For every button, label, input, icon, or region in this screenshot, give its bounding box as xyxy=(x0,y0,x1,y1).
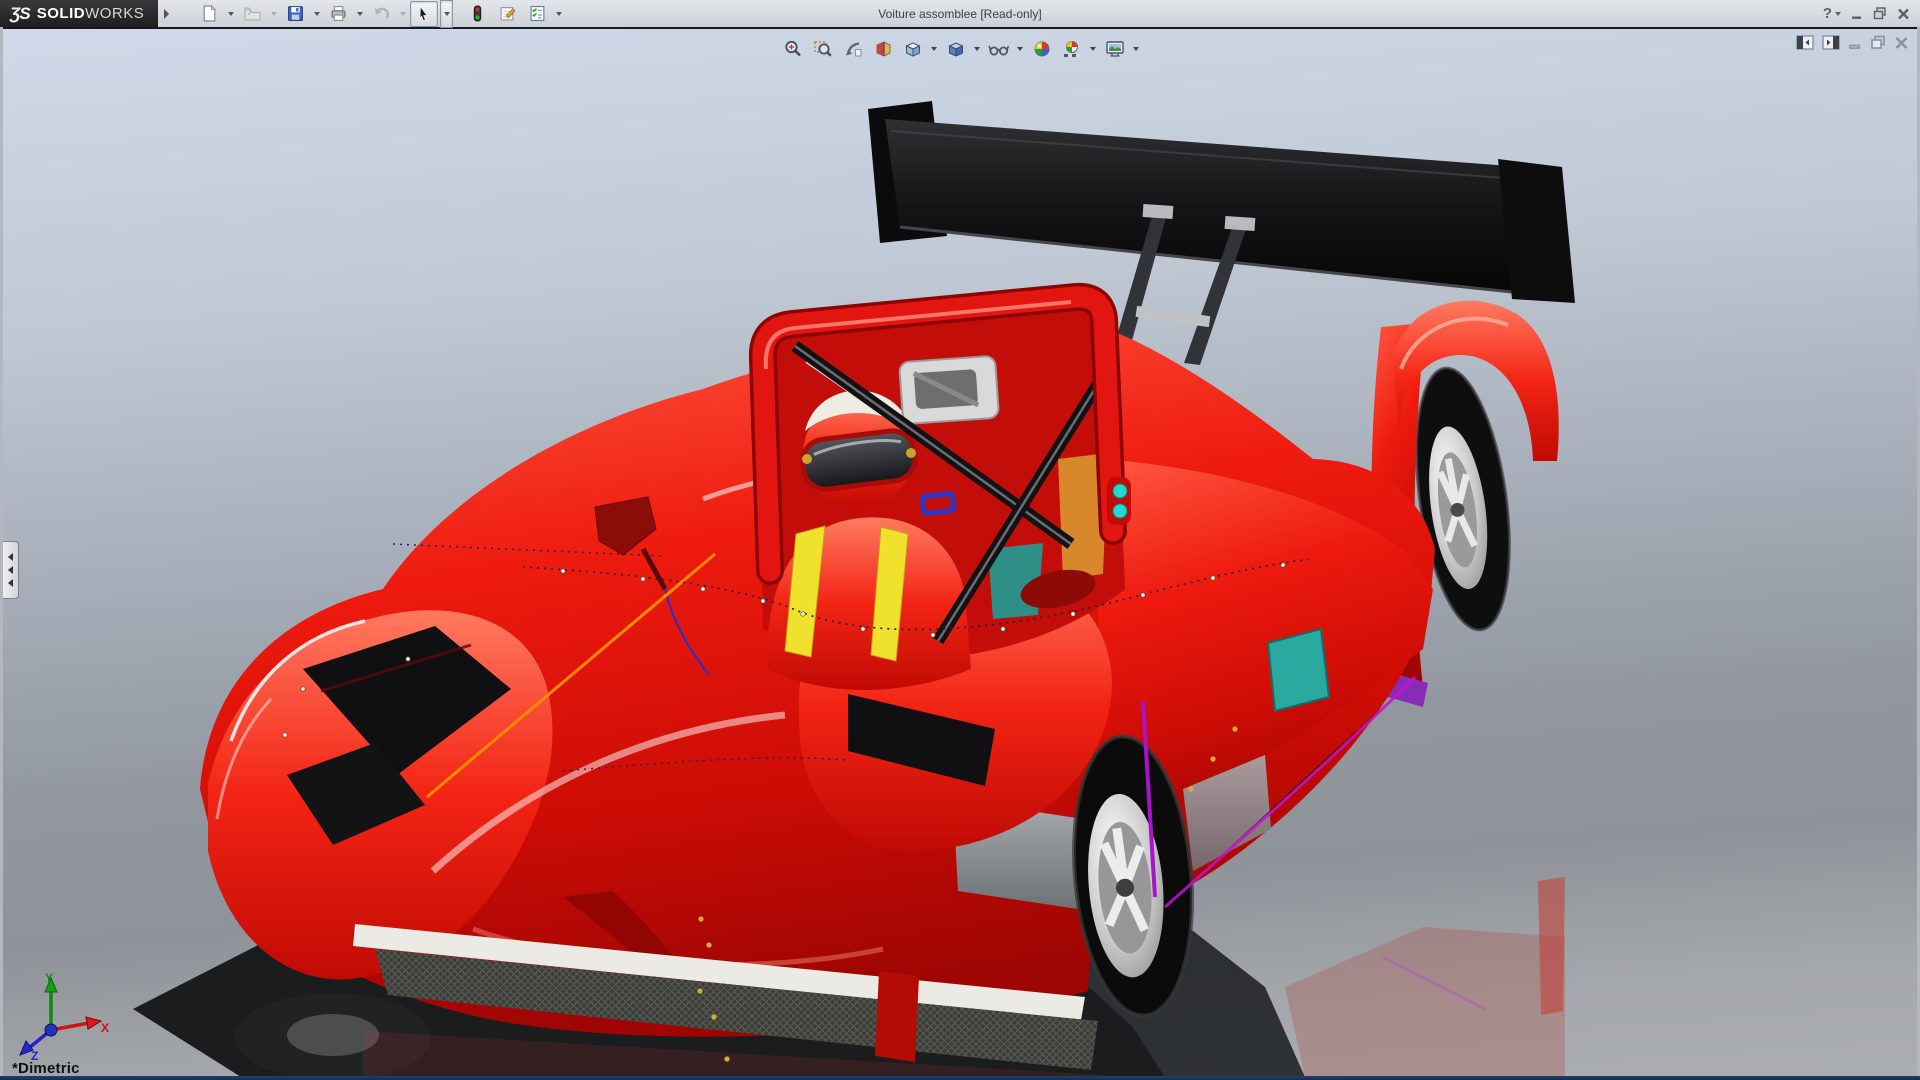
open-folder-icon xyxy=(244,5,261,22)
restore-icon xyxy=(1873,7,1887,20)
hide-show-items-dropdown[interactable] xyxy=(1015,37,1025,61)
restore-document-icon xyxy=(1870,35,1886,50)
close-button[interactable] xyxy=(1897,8,1910,20)
hide-show-items-icon xyxy=(988,39,1010,59)
document-window-controls xyxy=(1796,35,1909,50)
minimize-button[interactable] xyxy=(1851,8,1863,20)
zoom-to-fit-icon xyxy=(783,39,803,59)
apply-scene-button[interactable] xyxy=(1058,36,1085,62)
brand-name-light: WORKS xyxy=(85,5,144,22)
view-settings-button[interactable] xyxy=(1101,36,1128,62)
window-controls: ? xyxy=(1823,0,1910,27)
grille-center-pillar xyxy=(875,971,919,1062)
appearance-button[interactable] xyxy=(463,1,491,27)
edit-appearance-icon xyxy=(1032,39,1052,59)
solidworks-window: ƷS SOLIDWORKS xyxy=(0,0,1920,1080)
view-orientation-dropdown[interactable] xyxy=(929,37,939,61)
comment-note-icon xyxy=(499,5,516,22)
minimize-icon xyxy=(1851,8,1863,20)
save-button[interactable] xyxy=(281,1,309,27)
help-dropdown-icon[interactable] xyxy=(1835,12,1841,16)
print-icon xyxy=(330,5,347,22)
display-pane-toggle-button[interactable] xyxy=(1822,35,1840,50)
comment-button[interactable] xyxy=(493,1,521,27)
feature-pane-toggle-button[interactable] xyxy=(1796,35,1814,50)
collapse-arrow-icon xyxy=(8,566,13,574)
collapse-arrow-icon xyxy=(8,579,13,587)
race-car-model[interactable] xyxy=(3,29,1917,1076)
help-button[interactable]: ? xyxy=(1823,5,1832,22)
display-style-icon xyxy=(946,39,966,59)
save-floppy-icon xyxy=(287,5,304,22)
save-dropdown[interactable] xyxy=(311,2,322,26)
window-border-left xyxy=(0,27,3,1080)
feature-manager-collapsed-tab[interactable] xyxy=(3,541,19,599)
feature-pane-toggle-icon xyxy=(1796,35,1814,50)
new-document-icon xyxy=(201,5,218,22)
brand-mark: ƷS xyxy=(10,4,30,24)
menu-flyout-arrow-icon[interactable] xyxy=(164,9,169,19)
display-pane-toggle-icon xyxy=(1822,35,1840,50)
close-document-icon xyxy=(1894,36,1909,50)
print-button[interactable] xyxy=(324,1,352,27)
zoom-to-area-button[interactable] xyxy=(809,36,836,62)
design-checker-icon xyxy=(529,5,546,22)
helmet-visor xyxy=(800,428,917,491)
standard-toolbar xyxy=(195,0,564,28)
design-checker-button[interactable] xyxy=(523,1,551,27)
apply-scene-dropdown[interactable] xyxy=(1088,37,1098,61)
hide-show-items-button[interactable] xyxy=(985,36,1012,62)
triad-x-label: X xyxy=(101,1021,109,1035)
intake-box[interactable] xyxy=(899,356,999,425)
solidworks-logo: ƷS SOLIDWORKS xyxy=(0,0,158,27)
collapse-arrow-icon xyxy=(8,553,13,561)
restore-button[interactable] xyxy=(1873,7,1887,20)
open-document-button[interactable] xyxy=(238,1,266,27)
view-orientation-icon xyxy=(903,39,923,59)
print-dropdown[interactable] xyxy=(354,2,365,26)
new-document-button[interactable] xyxy=(195,1,223,27)
orientation-triad: Y X Z xyxy=(13,970,109,1062)
title-bar: ƷS SOLIDWORKS xyxy=(0,0,1920,27)
apply-scene-icon xyxy=(1062,39,1082,59)
close-document-button[interactable] xyxy=(1894,36,1909,50)
triad-y-label: Y xyxy=(45,971,53,985)
open-document-dropdown[interactable] xyxy=(268,2,279,26)
window-border-bottom xyxy=(0,1076,1920,1080)
appearance-stoplight-icon xyxy=(470,5,485,22)
view-orientation-label: *Dimetric xyxy=(12,1060,80,1076)
previous-view-button[interactable] xyxy=(839,36,866,62)
undo-button[interactable] xyxy=(367,1,395,27)
select-button[interactable] xyxy=(410,1,438,27)
heads-up-view-toolbar xyxy=(779,36,1141,62)
zoom-to-area-icon xyxy=(813,39,833,59)
view-orientation-button[interactable] xyxy=(899,36,926,62)
view-settings-dropdown[interactable] xyxy=(1131,37,1141,61)
undo-dropdown[interactable] xyxy=(397,2,408,26)
side-window-teal[interactable] xyxy=(1268,629,1329,711)
window-title: Voiture assomblee [Read-only] xyxy=(878,0,1041,27)
section-view-icon xyxy=(873,39,893,59)
section-view-button[interactable] xyxy=(869,36,896,62)
new-document-dropdown[interactable] xyxy=(225,2,236,26)
zoom-to-fit-button[interactable] xyxy=(779,36,806,62)
brand-name-bold: SOLID xyxy=(37,5,85,22)
select-cursor-icon xyxy=(416,6,432,22)
checker-floor xyxy=(1064,54,1080,57)
teal-knob xyxy=(1113,484,1127,498)
edit-appearance-button[interactable] xyxy=(1028,36,1055,62)
display-style-button[interactable] xyxy=(942,36,969,62)
restore-document-button[interactable] xyxy=(1870,35,1886,50)
minimize-document-button[interactable] xyxy=(1848,36,1862,50)
select-dropdown[interactable] xyxy=(440,0,453,28)
previous-view-icon xyxy=(843,39,863,59)
view-settings-icon xyxy=(1105,39,1125,59)
display-style-dropdown[interactable] xyxy=(972,37,982,61)
teal-knob xyxy=(1113,504,1127,518)
minimize-document-icon xyxy=(1848,36,1862,50)
close-icon xyxy=(1897,8,1910,20)
graphics-area[interactable]: Y X Z *Dimetric xyxy=(3,27,1917,1076)
undo-icon xyxy=(372,5,390,23)
design-checker-dropdown[interactable] xyxy=(553,2,564,26)
